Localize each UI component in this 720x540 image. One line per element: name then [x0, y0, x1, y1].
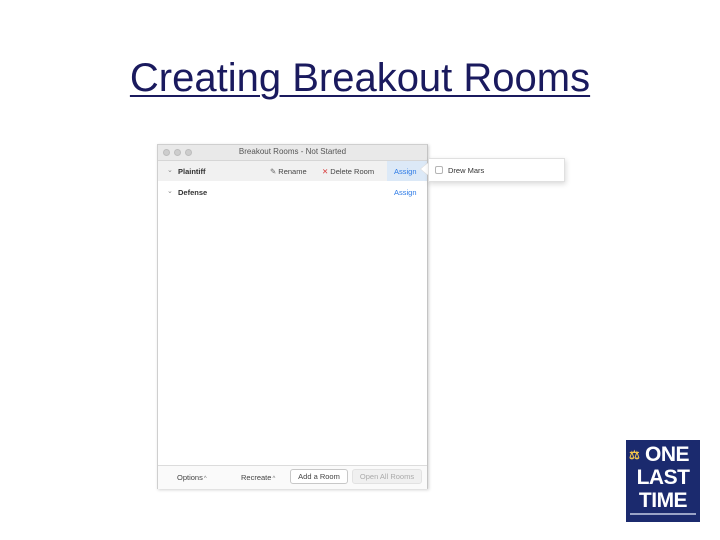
chevron-up-icon: ^ — [203, 476, 207, 482]
window-title: Breakout Rooms - Not Started — [238, 147, 347, 156]
chevron-down-icon[interactable]: ⌄ — [167, 187, 173, 195]
rename-button[interactable]: ✎ Rename — [270, 167, 307, 176]
room-name: Defense — [178, 188, 208, 197]
recreate-label: Recreate — [241, 473, 272, 482]
slide-title: Creating Breakout Rooms — [129, 56, 591, 100]
breakout-rooms-window: Breakout Rooms - Not Started ⌄ Plaintiff… — [157, 144, 428, 489]
recreate-button[interactable]: Recreate^ — [241, 473, 275, 482]
participant-checkbox[interactable] — [435, 166, 443, 174]
assign-button[interactable]: Assign — [394, 167, 417, 176]
chevron-up-icon: ^ — [272, 476, 276, 482]
chevron-down-icon[interactable]: ⌄ — [167, 166, 173, 174]
logo-line-one: ONE — [644, 443, 690, 466]
logo-line-last: LAST — [636, 466, 690, 489]
options-button[interactable]: Options^ — [177, 473, 207, 482]
add-room-button[interactable]: Add a Room — [290, 469, 348, 484]
room-row-defense[interactable]: ⌄ Defense Assign — [158, 182, 427, 202]
room-name: Plaintiff — [178, 167, 206, 176]
one-last-time-logo: ⚖ ONE LAST TIME — [626, 440, 700, 522]
logo-tagline-bar — [630, 513, 696, 515]
close-icon: ✕ — [322, 167, 329, 176]
logo-line-time: TIME — [638, 489, 688, 512]
options-label: Options — [177, 473, 203, 482]
bottom-toolbar: Options^ Recreate^ Add a Room Open All R… — [158, 465, 427, 489]
rename-label: Rename — [278, 167, 307, 176]
window-titlebar: Breakout Rooms - Not Started — [158, 145, 427, 161]
delete-room-button[interactable]: ✕ Delete Room — [322, 167, 374, 176]
delete-room-label: Delete Room — [330, 167, 375, 176]
participant-name[interactable]: Drew Mars — [448, 166, 484, 175]
room-row-plaintiff[interactable]: ⌄ Plaintiff ✎ Rename ✕ Delete Room Assign — [158, 161, 427, 181]
assign-button[interactable]: Assign — [394, 188, 417, 197]
popup-arrow — [421, 163, 428, 175]
assign-participants-popup: Drew Mars — [428, 158, 565, 182]
open-all-rooms-button[interactable]: Open All Rooms — [352, 469, 422, 484]
pencil-icon: ✎ — [270, 167, 277, 176]
